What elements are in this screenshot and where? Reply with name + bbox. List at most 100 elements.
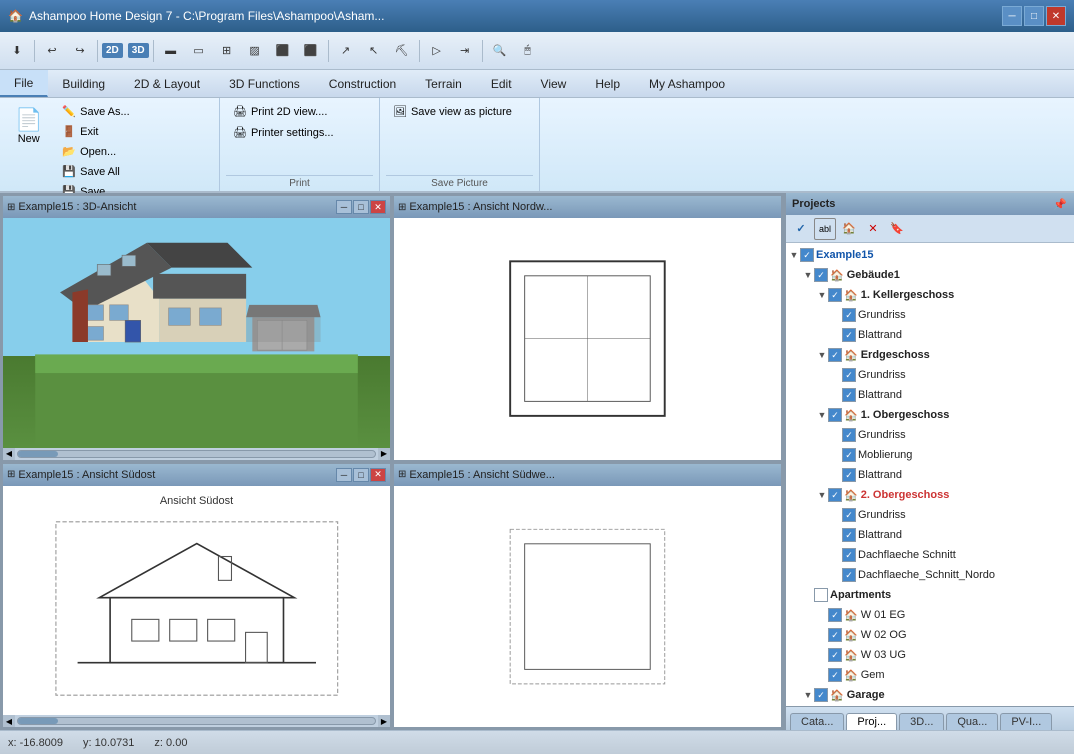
tree-item[interactable]: ✓🏠W 03 UG: [788, 645, 1072, 665]
tree-item[interactable]: ✓🏠W 01 EG: [788, 605, 1072, 625]
tree-item[interactable]: ✓🏠W 02 OG: [788, 625, 1072, 645]
tree-toggle[interactable]: ▼: [816, 350, 828, 360]
tree-checkbox[interactable]: ✓: [828, 288, 842, 302]
tree-checkbox[interactable]: ✓: [842, 368, 856, 382]
projects-house-btn[interactable]: 🏠: [838, 218, 860, 240]
viewport-3d-minimize[interactable]: ─: [336, 200, 352, 214]
tree-item[interactable]: ▼✓🏠2. Obergeschoss: [788, 485, 1072, 505]
toolbar-download[interactable]: ⬇: [4, 38, 30, 64]
titlebar-controls[interactable]: ─ □ ✕: [1002, 6, 1066, 26]
tree-checkbox[interactable]: ✓: [800, 248, 814, 262]
viewport-sudost-minimize[interactable]: ─: [336, 468, 352, 482]
tree-checkbox[interactable]: ✓: [828, 408, 842, 422]
viewport-sudwe-content[interactable]: [394, 486, 781, 728]
toolbar-arrow[interactable]: ↗: [333, 38, 359, 64]
tree-item[interactable]: ✓Dachflaeche Schnitt: [788, 545, 1072, 565]
toolbar-step[interactable]: ⇥: [452, 38, 478, 64]
menu-building[interactable]: Building: [48, 70, 120, 97]
tree-checkbox[interactable]: ✓: [842, 468, 856, 482]
ribbon-btn-print2d[interactable]: 🖨 Print 2D view....: [226, 102, 373, 121]
projects-text-btn[interactable]: abl: [814, 218, 836, 240]
scroll-right-3[interactable]: ▶: [378, 715, 390, 727]
ribbon-btn-printersettings[interactable]: 🖨 Printer settings...: [226, 123, 373, 142]
viewport-sudost-content[interactable]: Ansicht Südost: [3, 486, 390, 716]
viewport-north-content[interactable]: [394, 218, 781, 460]
tab-cata[interactable]: Cata...: [790, 713, 844, 730]
projects-pin-button[interactable]: 📌: [1052, 196, 1068, 212]
toolbar-pick[interactable]: ⛏: [389, 38, 415, 64]
toolbar-block2[interactable]: ⬛: [298, 38, 324, 64]
tree-item[interactable]: ✓Grundriss: [788, 505, 1072, 525]
maximize-button[interactable]: □: [1024, 6, 1044, 26]
tree-checkbox[interactable]: [814, 588, 828, 602]
tree-checkbox[interactable]: ✓: [828, 608, 842, 622]
tree-item[interactable]: ▼✓🏠Gebäude1: [788, 265, 1072, 285]
viewport-sudost-scrollbar[interactable]: ◀ ▶: [3, 715, 390, 727]
tree-checkbox[interactable]: ✓: [828, 628, 842, 642]
tree-checkbox[interactable]: ✓: [842, 388, 856, 402]
tree-checkbox[interactable]: ✓: [828, 668, 842, 682]
ribbon-btn-saveviewaspicture[interactable]: 🖼 Save view as picture: [386, 102, 533, 121]
tree-toggle[interactable]: ▼: [802, 690, 814, 700]
tree-checkbox[interactable]: ✓: [828, 348, 842, 362]
tree-item[interactable]: ▼✓🏠Garage: [788, 685, 1072, 705]
toolbar-block1[interactable]: ⬛: [270, 38, 296, 64]
tree-item[interactable]: ▼✓Example15: [788, 245, 1072, 265]
tree-checkbox[interactable]: ✓: [828, 648, 842, 662]
menu-help[interactable]: Help: [581, 70, 635, 97]
viewport-3d-close[interactable]: ✕: [370, 200, 386, 214]
tab-pvi[interactable]: PV-I...: [1000, 713, 1052, 730]
tree-checkbox[interactable]: ✓: [842, 448, 856, 462]
tree-toggle[interactable]: ▼: [802, 270, 814, 280]
close-button[interactable]: ✕: [1046, 6, 1066, 26]
toolbar-rect[interactable]: ▭: [186, 38, 212, 64]
viewport-sudost-maximize[interactable]: □: [353, 468, 369, 482]
minimize-button[interactable]: ─: [1002, 6, 1022, 26]
menu-2dlayout[interactable]: 2D & Layout: [120, 70, 215, 97]
tree-item[interactable]: ✓Grundriss: [788, 365, 1072, 385]
tree-item[interactable]: ✓Grundriss: [788, 425, 1072, 445]
tree-checkbox[interactable]: ✓: [842, 528, 856, 542]
tree-toggle[interactable]: ▼: [816, 410, 828, 420]
toolbar-2d-label[interactable]: 2D: [102, 43, 123, 58]
tree-item[interactable]: ✓Grundriss: [788, 305, 1072, 325]
tree-item[interactable]: ✓Blattrand: [788, 325, 1072, 345]
tree-item[interactable]: ✓Dachflaeche_Schnitt_Nordo: [788, 565, 1072, 585]
menu-construction[interactable]: Construction: [315, 70, 411, 97]
scroll-right[interactable]: ▶: [378, 448, 390, 460]
toolbar-3d-label[interactable]: 3D: [128, 43, 149, 58]
tree-checkbox[interactable]: ✓: [842, 428, 856, 442]
menu-3dfunctions[interactable]: 3D Functions: [215, 70, 315, 97]
scroll-left[interactable]: ◀: [3, 448, 15, 460]
tree-item[interactable]: Apartments: [788, 585, 1072, 605]
tree-toggle[interactable]: ▼: [788, 250, 800, 260]
tab-3d[interactable]: 3D...: [899, 713, 944, 730]
toolbar-cursor[interactable]: ↖: [361, 38, 387, 64]
toolbar-mouse[interactable]: 🖱: [515, 38, 541, 64]
tree-item[interactable]: ✓Blattrand: [788, 465, 1072, 485]
tree-toggle[interactable]: ▼: [816, 290, 828, 300]
ribbon-btn-new[interactable]: 📄 New: [6, 102, 51, 150]
tree-item[interactable]: ✓Blattrand: [788, 525, 1072, 545]
tree-checkbox[interactable]: ✓: [814, 268, 828, 282]
toolbar-fill[interactable]: ▨: [242, 38, 268, 64]
tree-checkbox[interactable]: ✓: [842, 568, 856, 582]
toolbar-line[interactable]: ▬: [158, 38, 184, 64]
viewport-3d-scrollbar[interactable]: ◀ ▶: [3, 448, 390, 460]
tree-item[interactable]: ▼✓🏠1. Kellergeschoss: [788, 285, 1072, 305]
tree-toggle[interactable]: ▼: [816, 490, 828, 500]
tree-item[interactable]: ✓Moblierung: [788, 445, 1072, 465]
scroll-left-3[interactable]: ◀: [3, 715, 15, 727]
menu-myashampoo[interactable]: My Ashampoo: [635, 70, 740, 97]
ribbon-btn-saveall[interactable]: 💾 Save All: [55, 162, 213, 181]
toolbar-forward[interactable]: ↪: [67, 38, 93, 64]
tree-checkbox[interactable]: ✓: [842, 548, 856, 562]
tab-qua[interactable]: Qua...: [946, 713, 998, 730]
tree-checkbox[interactable]: ✓: [842, 328, 856, 342]
toolbar-back[interactable]: ↩: [39, 38, 65, 64]
menu-edit[interactable]: Edit: [477, 70, 527, 97]
tree-item[interactable]: ✓Blattrand: [788, 385, 1072, 405]
ribbon-btn-exit[interactable]: 🚪 Exit: [55, 122, 213, 141]
projects-delete-btn[interactable]: ✕: [862, 218, 884, 240]
tree-item[interactable]: ✓🏠Gem: [788, 665, 1072, 685]
